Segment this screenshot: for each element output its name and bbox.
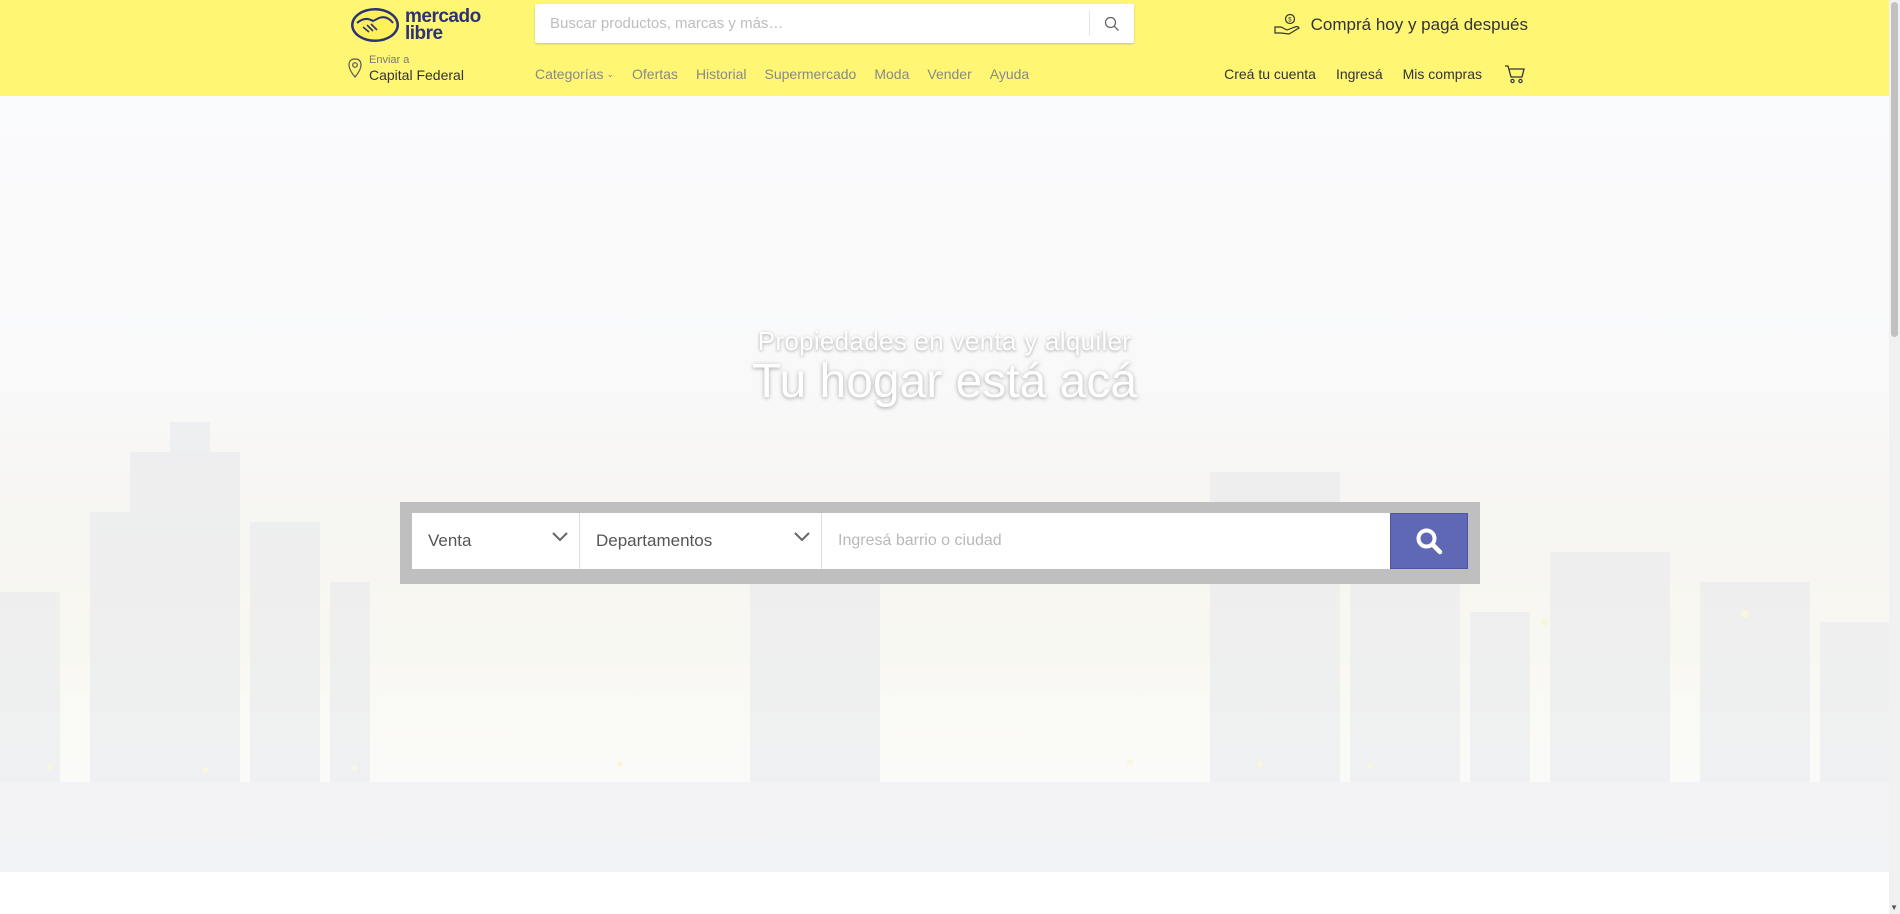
search-bar bbox=[535, 4, 1134, 43]
operation-value: Venta bbox=[428, 531, 472, 550]
nav-supermercado[interactable]: Supermercado bbox=[765, 66, 857, 82]
my-purchases-link[interactable]: Mis compras bbox=[1403, 66, 1482, 82]
header: mercado libre $ Comprá hoy y pagá despué… bbox=[0, 0, 1889, 96]
chevron-down-icon bbox=[794, 532, 810, 542]
scrollbar-thumb[interactable] bbox=[1891, 2, 1898, 337]
shipping-location[interactable]: Enviar a Capital Federal bbox=[347, 54, 464, 84]
operation-select[interactable]: Venta bbox=[412, 513, 580, 569]
location-label: Enviar a bbox=[369, 54, 410, 66]
hero-subtitle: Propiedades en venta y alquiler bbox=[757, 326, 1132, 356]
search-button[interactable] bbox=[1089, 11, 1134, 36]
nav-categorias[interactable]: Categorías ⌄ bbox=[535, 66, 614, 82]
search-icon bbox=[1104, 16, 1119, 31]
page-scrollbar[interactable]: ▼ bbox=[1889, 0, 1900, 914]
location-pin-icon bbox=[348, 58, 362, 78]
mercadolibre-logo[interactable]: mercado libre bbox=[349, 4, 489, 46]
property-type-select[interactable]: Departamentos bbox=[580, 513, 822, 569]
account-nav: Creá tu cuenta Ingresá Mis compras bbox=[1204, 64, 1526, 84]
hero-overlay bbox=[0, 96, 1889, 872]
promo-text: Comprá hoy y pagá después bbox=[1310, 15, 1528, 34]
chevron-down-icon: ⌄ bbox=[606, 68, 615, 79]
hero-title: Tu hogar está acá bbox=[751, 355, 1138, 408]
nav-label: Categorías bbox=[535, 66, 604, 82]
nav-ofertas[interactable]: Ofertas bbox=[632, 66, 678, 82]
logo-line2: libre bbox=[405, 23, 443, 44]
cart-icon[interactable] bbox=[1504, 64, 1526, 84]
login-link[interactable]: Ingresá bbox=[1336, 66, 1383, 82]
search-input[interactable] bbox=[535, 4, 1087, 43]
search-icon bbox=[1416, 528, 1443, 555]
property-type-value: Departamentos bbox=[596, 531, 713, 550]
hand-money-icon: $ bbox=[1274, 13, 1300, 35]
handshake-logo-icon bbox=[351, 8, 399, 42]
logo-text: mercado libre bbox=[405, 7, 481, 44]
chevron-down-icon bbox=[552, 532, 568, 542]
create-account-link[interactable]: Creá tu cuenta bbox=[1224, 66, 1316, 82]
nav-moda[interactable]: Moda bbox=[874, 66, 909, 82]
nav-historial[interactable]: Historial bbox=[696, 66, 747, 82]
nav-vender[interactable]: Vender bbox=[927, 66, 971, 82]
main-nav: Categorías ⌄ Ofertas Historial Supermerca… bbox=[535, 66, 1047, 82]
nav-ayuda[interactable]: Ayuda bbox=[990, 66, 1029, 82]
hero-banner: Propiedades en venta y alquiler Tu hogar… bbox=[0, 96, 1889, 872]
location-value: Capital Federal bbox=[369, 67, 464, 83]
property-search-button[interactable] bbox=[1390, 513, 1468, 569]
promo-banner[interactable]: $ Comprá hoy y pagá después bbox=[1273, 10, 1528, 40]
location-input[interactable] bbox=[822, 513, 1390, 569]
svg-text:$: $ bbox=[1288, 17, 1292, 23]
property-search-form: Venta Departamentos bbox=[400, 502, 1480, 584]
scroll-down-icon[interactable]: ▼ bbox=[1890, 903, 1898, 912]
